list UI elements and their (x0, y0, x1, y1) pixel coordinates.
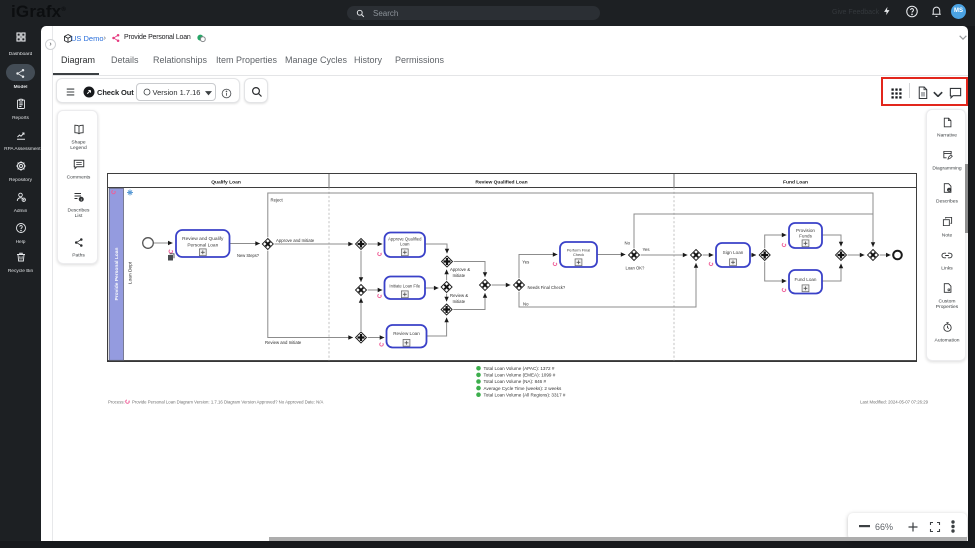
svg-text:Total Loan Volume (APAC): 1372: Total Loan Volume (APAC): 1372 # (484, 366, 555, 371)
svg-text:Total Loan Volume (NA): 846 #: Total Loan Volume (NA): 846 # (484, 379, 547, 384)
svg-text:Perform Final: Perform Final (567, 247, 590, 252)
svg-text:Average Cycle Time (weeks): 2: Average Cycle Time (weeks): 2 weeks (484, 386, 562, 391)
svg-text:Last Modified: 2024-05-07 07:2: Last Modified: 2024-05-07 07:26:29 (860, 400, 928, 405)
svg-text:Loan OK?: Loan OK? (626, 265, 646, 270)
svg-text:Fund Loan: Fund Loan (783, 179, 808, 185)
svg-text:Sign Loan: Sign Loan (723, 250, 744, 255)
svg-text:Personal Loan: Personal Loan (187, 242, 218, 248)
svg-text:Initiate Loan File: Initiate Loan File (389, 284, 420, 289)
svg-text:Provision: Provision (796, 228, 815, 233)
svg-text:Yes: Yes (522, 260, 529, 265)
svg-text:Loan: Loan (400, 242, 410, 247)
svg-text:Provide Personal Loan: Provide Personal Loan (114, 247, 120, 300)
svg-text:Qualify Loan: Qualify Loan (211, 179, 241, 185)
svg-text:New Steps?: New Steps? (237, 253, 260, 258)
svg-text:Total Loan Volume (EMEA): 1099: Total Loan Volume (EMEA): 1099 # (484, 373, 556, 378)
svg-text:Yes: Yes (643, 247, 650, 252)
svg-text:Reject: Reject (271, 198, 284, 203)
svg-text:Total Loan Volume (All Regions: Total Loan Volume (All Regions): 3317 # (484, 392, 566, 397)
svg-text:No: No (523, 302, 529, 307)
svg-text:Approve and Initiate: Approve and Initiate (276, 238, 315, 243)
svg-text:Provide Personal Loan Diagram: Provide Personal Loan Diagram Version: 1… (132, 400, 323, 405)
svg-text:Approve &: Approve & (450, 267, 470, 272)
svg-text:Needs Final Check?: Needs Final Check? (528, 285, 566, 290)
svg-text:Review &: Review & (450, 293, 468, 298)
svg-text:Initiate: Initiate (453, 299, 466, 304)
svg-text:No: No (625, 241, 631, 246)
svg-text:Approve Qualified: Approve Qualified (388, 237, 422, 242)
svg-text:Review Loan: Review Loan (393, 331, 420, 336)
svg-text:Initiate: Initiate (453, 273, 466, 278)
svg-text:Review and Initiate: Review and Initiate (265, 340, 302, 345)
svg-text:Funds: Funds (799, 233, 812, 238)
svg-text:Review and Qualify: Review and Qualify (182, 236, 224, 242)
svg-text:Process:: Process: (108, 400, 125, 405)
svg-text:Check: Check (573, 252, 584, 257)
svg-text:Fund Loan: Fund Loan (795, 277, 817, 282)
svg-text:Review Qualified Loan: Review Qualified Loan (475, 179, 527, 185)
svg-text:Loan Dept: Loan Dept (128, 261, 134, 284)
